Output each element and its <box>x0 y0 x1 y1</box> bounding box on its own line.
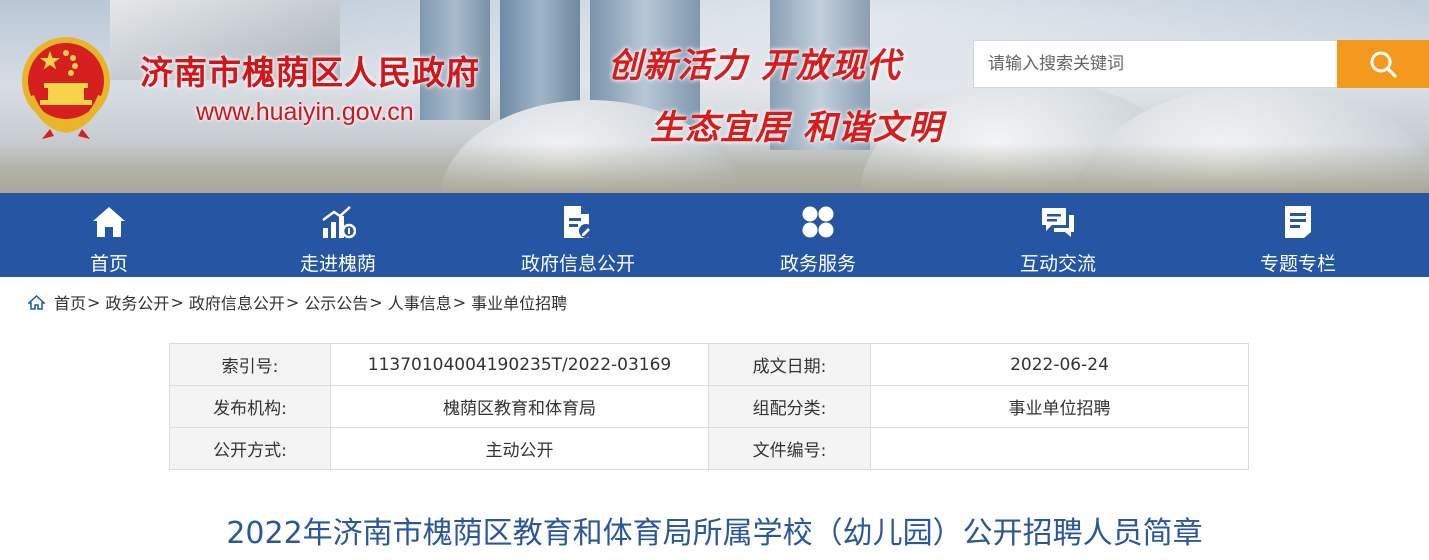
banner-ground <box>0 143 1429 193</box>
list-document-icon <box>1279 203 1317 241</box>
breadcrumb-link[interactable]: 首页 <box>54 290 86 314</box>
meta-value: 主动公开 <box>330 427 709 470</box>
search-button[interactable] <box>1337 40 1429 88</box>
site-title[interactable]: 济南市槐荫区人民政府 <box>140 46 480 94</box>
table-row: 发布机构: 槐荫区教育和体育局 组配分类: 事业单位招聘 <box>169 385 1249 428</box>
search-icon <box>1370 51 1397 78</box>
nav-item-about[interactable]: 走进槐荫 <box>218 193 458 277</box>
nav-item-label: 政务服务 <box>779 253 856 275</box>
meta-key: 文件编号: <box>708 427 871 470</box>
breadcrumb-link[interactable]: 政府信息公开 <box>189 290 285 314</box>
breadcrumb-link[interactable]: 事业单位招聘 <box>471 290 567 314</box>
nav-item-label: 首页 <box>89 253 128 275</box>
nav-item-label: 走进槐荫 <box>299 253 376 275</box>
nav-item-label: 政府信息公开 <box>520 253 635 275</box>
meta-key: 公开方式: <box>169 427 331 470</box>
breadcrumb-separator: > <box>285 292 300 312</box>
document-meta-table: 索引号: 11370104004190235T/2022-03169 成文日期:… <box>169 343 1249 470</box>
chat-icon <box>1039 203 1077 241</box>
meta-value: 2022-06-24 <box>870 343 1249 386</box>
grid-icon <box>799 203 837 241</box>
nav-item-label: 专题专栏 <box>1259 253 1336 275</box>
breadcrumb-link[interactable]: 公示公告 <box>304 290 368 314</box>
site-url[interactable]: www.huaiyin.gov.cn <box>196 98 414 127</box>
meta-key: 发布机构: <box>169 385 331 428</box>
breadcrumb-separator: > <box>87 292 101 312</box>
slogan-line-1: 创新活力 开放现代 <box>608 46 901 86</box>
meta-value: 槐荫区教育和体育局 <box>330 385 709 428</box>
breadcrumb-link[interactable]: 政务公开 <box>105 290 169 314</box>
home-icon <box>90 203 128 241</box>
nav-item-topics[interactable]: 专题专栏 <box>1178 193 1418 277</box>
search-box <box>973 40 1429 88</box>
table-row: 索引号: 11370104004190235T/2022-03169 成文日期:… <box>169 343 1249 386</box>
meta-key: 组配分类: <box>708 385 871 428</box>
breadcrumb-separator: > <box>170 292 184 312</box>
meta-value: 11370104004190235T/2022-03169 <box>330 343 709 386</box>
national-emblem-icon <box>22 37 110 139</box>
breadcrumb-link[interactable]: 人事信息 <box>388 290 452 314</box>
meta-key: 成文日期: <box>708 343 871 386</box>
bar-chart-icon <box>319 203 357 241</box>
article-title: 2022年济南市槐荫区教育和体育局所属学校（幼儿园）公开招聘人员简章 <box>226 516 1203 551</box>
meta-value: 事业单位招聘 <box>870 385 1249 428</box>
main-nav: 首页 走进槐荫 政府信息公开 政务服务 互动交流 专题专栏 <box>0 193 1429 277</box>
breadcrumb-separator: > <box>369 292 383 312</box>
nav-item-label: 互动交流 <box>1019 253 1096 275</box>
nav-item-services[interactable]: 政务服务 <box>698 193 938 277</box>
breadcrumb-separator: > <box>452 292 467 312</box>
slogan-line-2: 生态宜居 和谐文明 <box>650 108 943 148</box>
nav-item-gov-info[interactable]: 政府信息公开 <box>458 193 698 277</box>
document-edit-icon <box>559 203 597 241</box>
nav-item-interaction[interactable]: 互动交流 <box>938 193 1178 277</box>
search-input[interactable] <box>973 40 1337 88</box>
meta-value <box>870 427 1249 470</box>
nav-item-home[interactable]: 首页 <box>0 193 218 277</box>
header-banner: 济南市槐荫区人民政府 www.huaiyin.gov.cn 创新活力 开放现代 … <box>0 0 1429 193</box>
breadcrumb: 首页 > 政务公开 > 政府信息公开 > 公示公告 > 人事信息 > 事业单位招聘 <box>28 290 567 314</box>
home-icon <box>28 293 46 311</box>
table-row: 公开方式: 主动公开 文件编号: <box>169 427 1249 470</box>
meta-key: 索引号: <box>169 343 331 386</box>
